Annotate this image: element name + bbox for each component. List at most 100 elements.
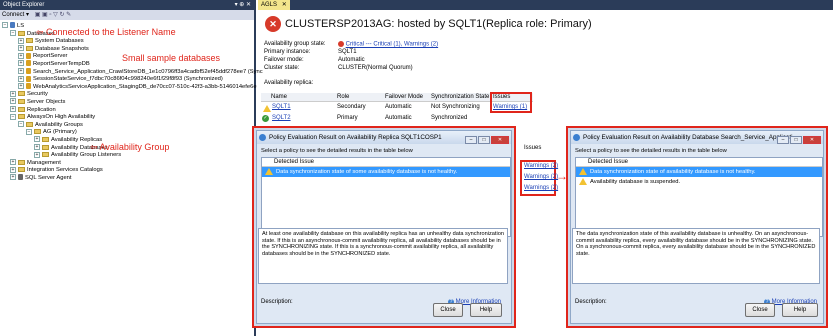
list-item[interactable]: Data synchronization state of some avail… — [262, 167, 510, 177]
document-tab-bar: AGLS ✕ — [258, 0, 833, 10]
db-warnings-link[interactable]: Warnings (2) — [524, 174, 558, 180]
expand-toggle-icon[interactable]: + — [10, 166, 16, 173]
col-failover[interactable]: Failover Mode — [385, 93, 423, 102]
folder-icon — [18, 167, 25, 173]
dialog-instruction: Select a policy to see the detailed resu… — [261, 148, 413, 154]
close-button[interactable]: Close — [433, 303, 463, 317]
replica-sync: Synchronized — [431, 115, 468, 121]
object-explorer-title: Object Explorer — [3, 2, 45, 8]
folder-icon — [18, 159, 25, 165]
help-button[interactable]: Help — [470, 303, 502, 317]
prop-label-failover: Failover mode: — [264, 57, 304, 63]
prop-value-state[interactable]: Critical --- Critical (1), Warnings (2) — [338, 41, 438, 48]
folder-icon — [42, 152, 49, 158]
expand-toggle-icon[interactable]: + — [34, 136, 40, 143]
close-window-button[interactable]: ✕ — [803, 136, 821, 144]
minimize-button[interactable]: – — [777, 136, 789, 144]
arrow-left-icon: ⇦ — [36, 27, 47, 37]
tree-node-label: System Databases — [35, 38, 84, 45]
db-warnings-link[interactable]: Warnings (2) — [524, 163, 558, 169]
expand-toggle-icon[interactable]: + — [18, 83, 24, 90]
replica-role: Secondary — [337, 104, 366, 110]
expand-toggle-icon[interactable]: + — [18, 37, 24, 44]
toolbar-icons[interactable]: ▣ ▣ ▫ ▽ ↻ ✎ — [35, 12, 71, 18]
connect-button[interactable]: Connect ▾ — [2, 12, 29, 18]
tree-node[interactable]: + SQL Server Agent — [10, 174, 72, 182]
dialog-title-bar[interactable]: Policy Evaluation Result on Availability… — [257, 131, 511, 144]
replica-name[interactable]: SQLT2 — [272, 115, 291, 121]
expand-toggle-icon[interactable]: − — [26, 128, 32, 135]
minimize-button[interactable]: – — [465, 136, 477, 144]
close-button[interactable]: Close — [745, 303, 775, 317]
replica-name[interactable]: SQLT1 — [272, 104, 291, 110]
list-item[interactable]: Data synchronization state of availabili… — [576, 167, 822, 177]
object-explorer-panel: Object Explorer ▾ ⊕ ✕ Connect ▾ ▣ ▣ ▫ ▽ … — [0, 0, 263, 336]
tree-node-label: Database Snapshots — [35, 45, 89, 52]
tree-node-label: LS — [17, 23, 25, 29]
expand-toggle-icon[interactable]: + — [10, 90, 16, 97]
dialog-title: Policy Evaluation Result on Availability… — [269, 134, 442, 141]
table-row[interactable]: SQLT1 Secondary Automatic Not Synchroniz… — [261, 104, 533, 113]
detected-issue-list: Detected Issue Data synchronization stat… — [575, 157, 823, 237]
dashboard-title: CLUSTERSP2013AG: hosted by SQLT1(Replica… — [285, 18, 592, 30]
list-item[interactable]: Availability database is suspended. — [576, 177, 822, 187]
tree-node-label: SessionStateService_f7dbc70c86f04c998240… — [33, 76, 223, 83]
col-name[interactable]: Name — [271, 93, 287, 102]
prop-label-state: Availability group state: — [264, 41, 326, 47]
folder-icon — [34, 129, 41, 135]
expand-toggle-icon[interactable]: + — [10, 106, 16, 113]
server-icon — [10, 22, 15, 29]
help-button[interactable]: Help — [782, 303, 818, 317]
maximize-button[interactable]: □ — [790, 136, 802, 144]
expand-toggle-icon[interactable]: + — [18, 75, 24, 82]
detected-issue-list: Detected Issue Data synchronization stat… — [261, 157, 511, 237]
expand-toggle-icon[interactable]: + — [10, 98, 16, 105]
agent-icon — [18, 174, 23, 181]
replica-failover: Automatic — [385, 104, 412, 110]
expand-toggle-icon[interactable]: + — [18, 52, 24, 59]
policy-icon — [259, 134, 266, 141]
folder-icon — [18, 106, 25, 112]
tree-node-label: Search_Service_Application_CrawlStoreDB_… — [33, 68, 263, 75]
folder-icon — [26, 38, 33, 44]
replica-issues-link[interactable]: Warnings (1) — [493, 104, 527, 110]
tree-node-label: Security — [27, 91, 48, 98]
description-text: The data synchronization state of this a… — [572, 228, 820, 284]
expand-toggle-icon[interactable]: + — [10, 159, 16, 166]
expand-toggle-icon[interactable]: + — [10, 174, 16, 181]
tree-node-label: WebAnalyticsServiceApplication_StagingDB… — [33, 83, 257, 90]
expand-toggle-icon[interactable]: − — [10, 30, 16, 37]
expand-toggle-icon[interactable]: + — [18, 45, 24, 52]
prop-value-primary: SQLT1 — [338, 49, 357, 55]
table-row[interactable]: ✓ SQLT2 Primary Automatic Synchronized — [261, 115, 533, 124]
tree-node-label: Integration Services Catalogs — [27, 167, 103, 174]
policy-eval-dialog-replica: Policy Evaluation Result on Availability… — [252, 126, 516, 328]
expand-toggle-icon[interactable]: + — [18, 60, 24, 67]
replica-failover: Automatic — [385, 115, 412, 121]
policy-icon — [573, 134, 580, 141]
critical-icon — [338, 41, 344, 47]
col-sync[interactable]: Synchronization State — [431, 93, 489, 102]
expand-toggle-icon[interactable]: + — [34, 151, 40, 158]
expand-toggle-icon[interactable]: − — [18, 121, 24, 128]
tree-node-label: Replication — [27, 106, 56, 113]
dialog-title-bar[interactable]: Policy Evaluation Result on Availability… — [571, 131, 823, 144]
panel-controls[interactable]: ▾ ⊕ ✕ — [235, 1, 251, 9]
folder-icon — [42, 136, 49, 142]
col-role[interactable]: Role — [337, 93, 349, 102]
close-window-button[interactable]: ✕ — [491, 136, 509, 144]
maximize-button[interactable]: □ — [478, 136, 490, 144]
expand-toggle-icon[interactable]: + — [18, 68, 24, 75]
tree-node-label: AG (Primary) — [43, 129, 77, 136]
expand-toggle-icon[interactable]: + — [34, 144, 40, 151]
issues-column-label: Issues — [524, 145, 542, 151]
folder-icon — [26, 121, 33, 127]
expand-toggle-icon[interactable]: − — [2, 22, 8, 29]
tab-agls[interactable]: AGLS ✕ — [258, 0, 290, 10]
tree-node[interactable]: + WebAnalyticsServiceApplication_StagingD… — [18, 83, 257, 91]
critical-status-icon: ✕ — [265, 16, 281, 32]
tree-node-label: Management — [27, 159, 61, 166]
tab-close-icon[interactable]: ✕ — [282, 2, 287, 8]
db-warnings-link[interactable]: Warnings (2) — [524, 185, 558, 191]
expand-toggle-icon[interactable]: − — [10, 113, 16, 120]
